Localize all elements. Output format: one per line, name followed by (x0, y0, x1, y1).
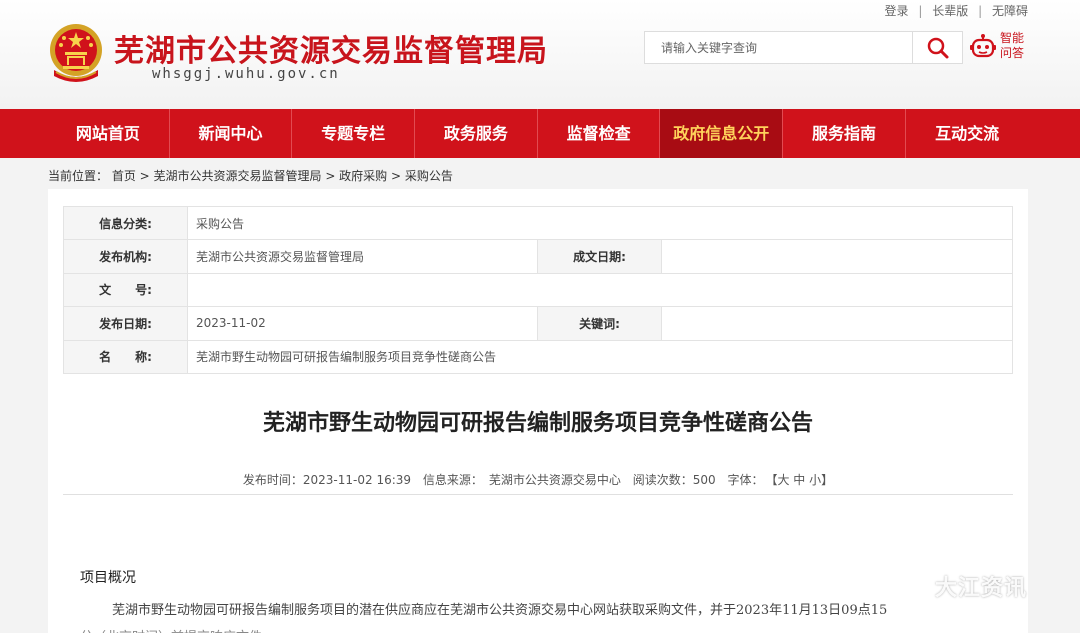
table-row: 文 号: (63, 272, 1013, 308)
info-source: 信息来源： 芜湖市公共资源交易中心 (422, 473, 621, 487)
category-label: 信息分类: (63, 205, 188, 241)
search-box (644, 31, 963, 64)
section-title: 项目概况 (80, 570, 136, 586)
font-size-label: 字体： (727, 473, 764, 487)
main-nav: 网站首页 新闻中心 专题专栏 政务服务 监督检查 政府信息公开 服务指南 互动交… (0, 109, 1080, 158)
font-size-switcher[interactable]: 【大 中 小】 (771, 473, 833, 487)
search-input[interactable] (645, 32, 913, 63)
article-paragraph: 芜湖市野生动物园可研报告编制服务项目的潜在供应商应在芜湖市公共资源交易中心网站获… (112, 603, 888, 618)
top-link-separator: | (918, 4, 923, 18)
table-row: 发布日期: 2023-11-02 关键词: (63, 306, 1013, 341)
name-value: 芜湖市野生动物园可研报告编制服务项目竞争性磋商公告 (187, 339, 1013, 374)
nav-item-guide[interactable]: 服务指南 (783, 109, 906, 158)
publisher-label: 发布机构: (63, 239, 188, 274)
top-links: 登录 | 长辈版 | 无障碍 (885, 2, 1028, 19)
watermark-text: 大江资讯 (935, 576, 1028, 601)
search-button[interactable] (912, 32, 962, 63)
publisher-value: 芜湖市公共资源交易监督管理局 (187, 239, 538, 274)
login-link[interactable]: 登录 (885, 4, 909, 18)
nav-item-info-disclosure[interactable]: 政府信息公开 (660, 109, 784, 158)
doc-no-value (187, 272, 1013, 308)
publish-time: 发布时间：2023-11-02 16:39 (242, 473, 412, 487)
table-row: 名 称: 芜湖市野生动物园可研报告编制服务项目竞争性磋商公告 (63, 339, 1013, 374)
nav-item-services[interactable]: 政务服务 (415, 109, 538, 158)
accessibility-link[interactable]: 无障碍 (992, 4, 1028, 18)
robot-icon[interactable] (969, 33, 997, 61)
table-row: 发布机构: 芜湖市公共资源交易监督管理局 成文日期: (63, 239, 1013, 274)
date-written-label: 成文日期: (537, 239, 662, 274)
nav-item-news[interactable]: 新闻中心 (170, 109, 293, 158)
national-emblem-icon[interactable] (46, 22, 106, 84)
table-row: 信息分类: 采购公告 (63, 205, 1013, 241)
keywords-label: 关键词: (537, 306, 662, 341)
publish-date-label: 发布日期: (63, 306, 188, 341)
site-title[interactable]: 芜湖市公共资源交易监督管理局 (114, 26, 548, 70)
content-panel: 信息分类: 采购公告 发布机构: 芜湖市公共资源交易监督管理局 成文日期: 文 … (48, 189, 1028, 633)
name-label: 名 称: (63, 339, 188, 374)
article-paragraph-continued: 分（北京时间）前提交响应文件。 (80, 625, 1020, 633)
site-header: 登录 | 长辈版 | 无障碍 芜湖市公共资源交易监督管理局 whsggj.wuh… (0, 0, 1080, 109)
breadcrumb[interactable]: 当前位置： 首页 > 芜湖市公共资源交易监督管理局 > 政府采购 > 采购公告 (48, 167, 453, 184)
category-value: 采购公告 (187, 205, 1013, 241)
publish-date-value: 2023-11-02 (187, 306, 538, 341)
nav-item-home[interactable]: 网站首页 (47, 109, 170, 158)
elder-version-link[interactable]: 长辈版 (932, 4, 968, 18)
info-table: 信息分类: 采购公告 发布机构: 芜湖市公共资源交易监督管理局 成文日期: 文 … (63, 205, 1013, 374)
keywords-value (661, 306, 1013, 341)
divider (63, 494, 1013, 495)
nav-item-topics[interactable]: 专题专栏 (292, 109, 416, 158)
smart-qa-link[interactable]: 智能问答 (1000, 31, 1028, 61)
date-written-value (661, 239, 1013, 274)
site-domain: whsggj.wuhu.gov.cn (152, 66, 340, 82)
view-count: 阅读次数：500 (632, 473, 716, 487)
article-title: 芜湖市野生动物园可研报告编制服务项目竞争性磋商公告 (262, 411, 813, 436)
doc-no-label: 文 号: (63, 272, 188, 308)
search-icon (927, 37, 948, 58)
article-meta: 发布时间：2023-11-02 16:39 信息来源： 芜湖市公共资源交易中心 … (48, 471, 1028, 488)
nav-item-interaction[interactable]: 互动交流 (906, 109, 1029, 158)
nav-item-supervision[interactable]: 监督检查 (538, 109, 661, 158)
top-link-separator: | (978, 4, 983, 18)
